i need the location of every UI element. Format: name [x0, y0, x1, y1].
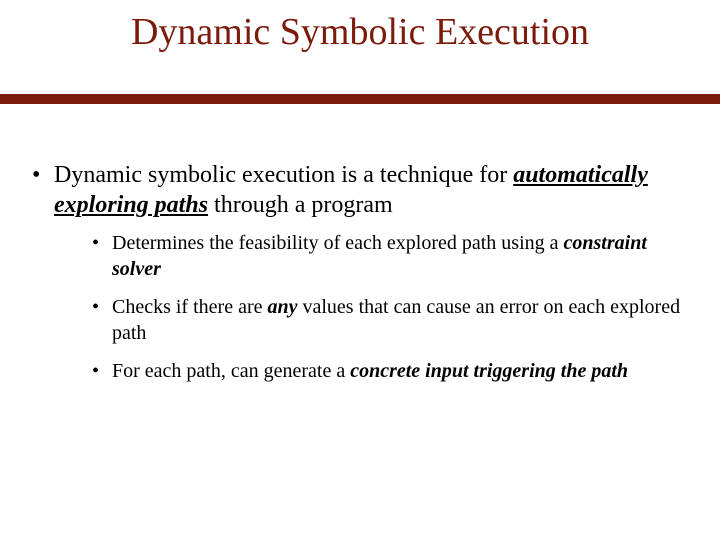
main-bullet-post: through a program — [208, 192, 393, 218]
sub-bullet-3: For each path, can generate a concrete i… — [90, 358, 690, 384]
main-bullet: Dynamic symbolic execution is a techniqu… — [30, 160, 690, 384]
slide: Dynamic Symbolic Execution Dynamic symbo… — [0, 0, 720, 540]
sub-bullet-1: Determines the feasibility of each explo… — [90, 230, 690, 282]
title-underline-bar — [0, 94, 720, 104]
sub1-pre: Determines the feasibility of each explo… — [112, 232, 564, 254]
sub2-pre: Checks if there are — [112, 296, 267, 318]
title-area: Dynamic Symbolic Execution — [0, 0, 720, 54]
sub2-emph: any — [267, 296, 297, 318]
bullet-list-level2: Determines the feasibility of each explo… — [54, 230, 690, 384]
sub-bullet-2: Checks if there are any values that can … — [90, 294, 690, 346]
sub3-emph: concrete input triggering the path — [350, 360, 628, 382]
main-bullet-pre: Dynamic symbolic execution is a techniqu… — [54, 162, 513, 188]
content-area: Dynamic symbolic execution is a techniqu… — [30, 160, 690, 398]
bullet-list-level1: Dynamic symbolic execution is a techniqu… — [30, 160, 690, 384]
slide-title: Dynamic Symbolic Execution — [0, 10, 720, 54]
sub3-pre: For each path, can generate a — [112, 360, 350, 382]
